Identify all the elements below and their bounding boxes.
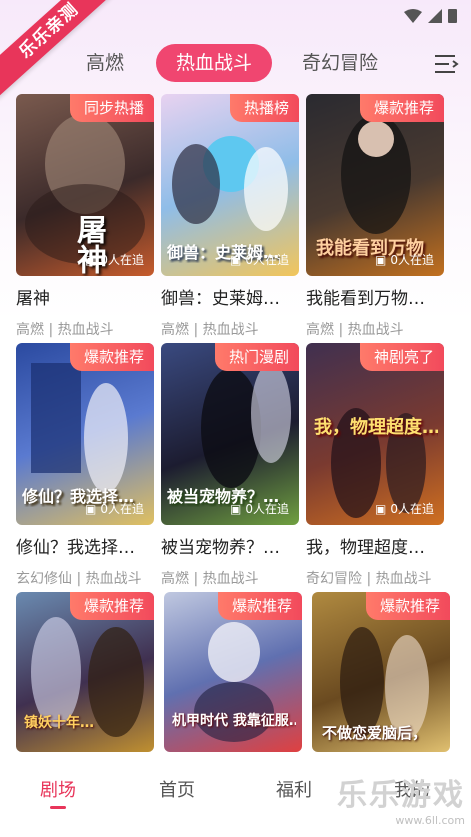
menu-icon[interactable] xyxy=(433,52,459,76)
card-title[interactable]: 御兽：史莱姆… xyxy=(161,284,299,309)
drama-card[interactable]: 我，物理超度… 神剧亮了 ▣ 0人在追 我，物理超度… 奇幻冒险 | 热血战斗 xyxy=(306,343,444,588)
play-icon: ▣ xyxy=(230,252,242,267)
play-icon: ▣ xyxy=(85,252,97,267)
battery-icon xyxy=(448,9,457,23)
followers-count: ▣ 0人在追 xyxy=(230,252,289,268)
card-title[interactable]: 被当宠物养？… xyxy=(161,533,299,558)
card-title[interactable]: 屠神 xyxy=(16,284,154,309)
cover-title: 机甲时代 我靠征服… xyxy=(172,713,296,729)
cover-title: 不做恋爱脑后， xyxy=(322,724,428,742)
card-badge: 爆款推荐 xyxy=(69,592,154,620)
card-title[interactable]: 我，物理超度… xyxy=(306,533,444,558)
cover-image: 被当宠物养？… 热门漫剧 ▣ 0人在追 xyxy=(161,343,299,525)
drama-card[interactable]: 屠神 同步热播 ▣ 0人在追 屠神 高燃 | 热血战斗 xyxy=(16,94,154,339)
drama-card[interactable]: 机甲时代 我靠征服… 爆款推荐 xyxy=(164,592,302,752)
play-icon: ▣ xyxy=(85,501,97,516)
cover-title: 镇妖十年… xyxy=(24,715,94,731)
cover-image: 修仙？我选择… 爆款推荐 ▣ 0人在追 xyxy=(16,343,154,525)
signal-icon xyxy=(428,8,442,23)
cover-image: 镇妖十年… 爆款推荐 xyxy=(16,592,154,752)
play-icon: ▣ xyxy=(375,501,387,516)
followers-count: ▣ 0人在追 xyxy=(85,252,144,268)
card-tags: 玄幻修仙 | 热血战斗 xyxy=(16,571,142,587)
watermark-title: 乐乐游戏 xyxy=(337,778,465,813)
play-icon: ▣ xyxy=(375,252,387,267)
cover-image: 机甲时代 我靠征服… 爆款推荐 xyxy=(164,592,302,752)
card-tags: 奇幻冒险 | 热血战斗 xyxy=(306,571,432,587)
cover-title: 我，物理超度… xyxy=(314,417,438,438)
play-icon: ▣ xyxy=(230,501,242,516)
nav-home[interactable]: 首页 xyxy=(137,776,217,802)
cover-image: 屠神 同步热播 ▣ 0人在追 xyxy=(16,94,154,276)
card-tags: 高燃 | 热血战斗 xyxy=(161,571,259,587)
cover-image: 我，物理超度… 神剧亮了 ▣ 0人在追 xyxy=(306,343,444,525)
drama-card[interactable]: 御兽：史莱姆… 热播榜 ▣ 0人在追 御兽：史莱姆… 高燃 | 热血战斗 xyxy=(161,94,299,339)
watermark: 乐乐游戏 www.6ll.com xyxy=(337,770,465,827)
followers-count: ▣ 0人在追 xyxy=(85,501,144,517)
card-badge: 神剧亮了 xyxy=(359,343,444,371)
cover-image: 御兽：史莱姆… 热播榜 ▣ 0人在追 xyxy=(161,94,299,276)
card-badge: 同步热播 xyxy=(69,94,154,122)
card-badge: 爆款推荐 xyxy=(217,592,302,620)
drama-card[interactable]: 不做恋爱脑后， 爆款推荐 xyxy=(312,592,450,752)
tab-gaoran[interactable]: 高燃 xyxy=(86,44,124,82)
card-badge: 爆款推荐 xyxy=(359,94,444,122)
card-badge: 爆款推荐 xyxy=(69,343,154,371)
drama-card[interactable]: 我能看到万物 爆款推荐 ▣ 0人在追 我能看到万物… 高燃 | 热血战斗 xyxy=(306,94,444,339)
card-tags: 高燃 | 热血战斗 xyxy=(306,322,404,338)
cover-image: 我能看到万物 爆款推荐 ▣ 0人在追 xyxy=(306,94,444,276)
tab-rexue-zhandou[interactable]: 热血战斗 xyxy=(156,44,273,82)
nav-theater[interactable]: 剧场 xyxy=(18,776,98,802)
card-badge: 热播榜 xyxy=(229,94,299,122)
drama-card[interactable]: 镇妖十年… 爆款推荐 xyxy=(16,592,154,752)
cover-image: 不做恋爱脑后， 爆款推荐 xyxy=(312,592,450,752)
card-title[interactable]: 我能看到万物… xyxy=(306,284,444,309)
nav-welfare[interactable]: 福利 xyxy=(254,776,334,802)
followers-count: ▣ 0人在追 xyxy=(375,501,434,517)
card-badge: 爆款推荐 xyxy=(365,592,450,620)
watermark-url: www.6ll.com xyxy=(395,814,465,827)
followers-count: ▣ 0人在追 xyxy=(375,252,434,268)
active-nav-indicator xyxy=(50,806,66,809)
category-tabs: 高燃 热血战斗 奇幻冒险 xyxy=(0,44,471,84)
status-icons xyxy=(404,8,457,23)
followers-count: ▣ 0人在追 xyxy=(230,501,289,517)
wifi-icon xyxy=(404,8,422,23)
card-tags: 高燃 | 热血战斗 xyxy=(16,322,114,338)
drama-card[interactable]: 修仙？我选择… 爆款推荐 ▣ 0人在追 修仙？我选择… 玄幻修仙 | 热血战斗 xyxy=(16,343,154,588)
card-tags: 高燃 | 热血战斗 xyxy=(161,322,259,338)
card-title[interactable]: 修仙？我选择… xyxy=(16,533,154,558)
drama-card[interactable]: 被当宠物养？… 热门漫剧 ▣ 0人在追 被当宠物养？… 高燃 | 热血战斗 xyxy=(161,343,299,588)
tab-qihuan-maoxian[interactable]: 奇幻冒险 xyxy=(302,44,378,82)
card-badge: 热门漫剧 xyxy=(214,343,299,371)
